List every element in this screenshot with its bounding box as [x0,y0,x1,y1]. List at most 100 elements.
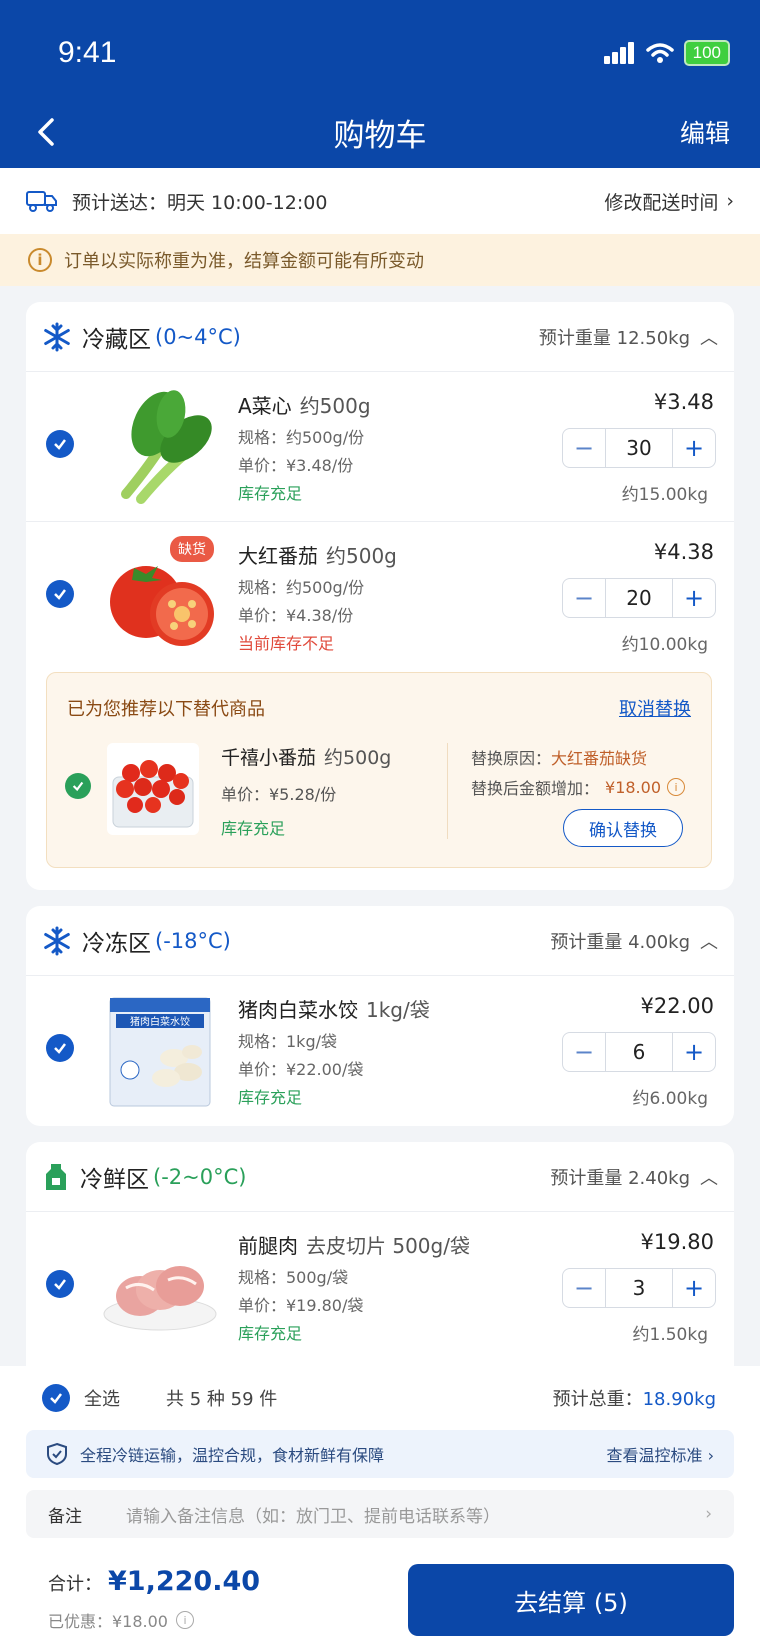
increase-value: ¥18.00 [605,777,661,797]
select-all-checkbox[interactable] [42,1384,70,1412]
zone-temp: (0~4°C) [155,324,241,349]
stock-status: 库存充足 [238,1088,303,1107]
item-checkbox[interactable] [46,580,74,608]
product-unit-price: 单价：¥4.38/份 [238,606,354,625]
modify-delivery-link[interactable]: 修改配送时间 › [604,188,734,215]
zone-header[interactable]: 冷冻区 (-18°C) 预计重量 4.00kg ︿ [26,906,734,976]
decrease-button[interactable]: − [563,579,605,617]
remark-field[interactable]: 备注 请输入备注信息（如：放门卫、提前电话联系等） › [26,1490,734,1538]
decrease-button[interactable]: − [563,429,605,467]
cold-chain-banner[interactable]: 全程冷链运输，温控合规，食材新鲜有保障 查看温控标准 › [26,1430,734,1478]
zone-card-fresh: 冷鲜区 (-2~0°C) 预计重量 2.40kg ︿ 前腿肉 去皮切片 500g/袋… [26,1142,734,1378]
cold-chain-text: 全程冷链运输，温控合规，食材新鲜有保障 [80,1446,385,1465]
chevron-right-icon: › [726,190,734,212]
shield-icon [47,1442,67,1466]
zone-header[interactable]: 冷鲜区 (-2~0°C) 预计重量 2.40kg ︿ [26,1142,734,1212]
info-icon[interactable]: i [667,778,685,796]
increase-button[interactable]: + [673,579,715,617]
quantity-value[interactable]: 6 [605,1033,673,1071]
divider [447,743,448,839]
zone-temp: (-2~0°C) [153,1164,247,1189]
product-image-choysum[interactable] [96,384,222,510]
quantity-stepper: − 3 + [562,1268,716,1308]
info-icon: i [28,248,52,272]
product-name-text: A菜心 [238,394,292,418]
status-time: 9:41 [58,36,117,69]
product-spec: 规格：约500g/份 [238,578,365,597]
check-icon [54,1043,66,1054]
zone-card-frozen: 冷冻区 (-18°C) 预计重量 4.00kg ︿ 猪肉白菜水饺 猪肉白菜水饺 1k… [26,906,734,1126]
remark-placeholder[interactable]: 请输入备注信息（如：放门卫、提前电话联系等） [126,1502,500,1527]
decrease-button[interactable]: − [563,1033,605,1071]
increase-button[interactable]: + [673,1269,715,1307]
total-weight-value: 18.90kg [642,1389,716,1410]
quantity-value[interactable]: 3 [605,1269,673,1307]
increase-label: 替换后金额增加： [471,779,600,798]
check-icon [54,439,66,450]
product-unit-price: 单价：¥19.80/袋 [238,1296,364,1315]
increase-button[interactable]: + [673,1033,715,1071]
view-standard-label: 查看温控标准 [606,1446,703,1465]
zone-name: 冷鲜区 [80,1166,149,1193]
product-spec: 规格：约500g/份 [238,428,365,447]
product-image-dumpling-bag[interactable]: 猪肉白菜水饺 [96,988,222,1114]
item-price: ¥22.00 [640,994,714,1018]
stock-status: 库存充足 [238,484,303,503]
weight-notice: i 订单以实际称重为准，结算金额可能有所变动 [0,234,760,286]
product-name: 大红番茄 约500g [238,540,397,569]
price-increase: 替换后金额增加： ¥18.00 i [471,775,685,799]
estimated-weight: 约6.00kg [632,1089,709,1109]
info-icon[interactable]: i [176,1611,194,1629]
zone-header[interactable]: 冷藏区 (0~4°C) 预计重量 12.50kg ︿ [26,302,734,372]
chevron-right-icon: › [705,1504,712,1524]
chevron-up-icon[interactable]: ︿ [700,324,718,350]
product-weight: 去皮切片 500g/袋 [306,1234,470,1258]
product-name: A菜心 约500g [238,390,371,419]
item-checkbox[interactable] [46,1270,74,1298]
quantity-value[interactable]: 20 [605,579,673,617]
quantity-value[interactable]: 30 [605,429,673,467]
replacement-checkbox[interactable] [65,773,91,799]
chevron-up-icon[interactable]: ︿ [700,1164,718,1190]
delivery-row: 预计送达：明天 10:00-12:00 修改配送时间 › [0,168,760,234]
check-icon [72,781,84,792]
snowflake-icon [44,926,70,955]
quantity-stepper: − 30 + [562,428,716,468]
cancel-replace-link[interactable]: 取消替换 [619,695,691,721]
item-checkbox[interactable] [46,1034,74,1062]
wifi-icon [645,43,674,63]
quantity-stepper: − 20 + [562,578,716,618]
suggestion-title: 已为您推荐以下替代商品 [67,699,265,720]
out-of-stock-badge: 缺货 [170,536,214,562]
zone-temp: (-18°C) [155,928,231,953]
battery-indicator: 100 [683,40,730,66]
edit-button[interactable]: 编辑 [680,114,730,150]
total-amount: ¥1,220.40 [108,1566,261,1597]
reason-value: 大红番茄缺货 [551,749,648,768]
total-weight: 预计总重：18.90kg [553,1385,716,1411]
product-image-pork[interactable] [96,1224,222,1350]
cart-item: 前腿肉 去皮切片 500g/袋 规格：500g/袋 单价：¥19.80/袋 库存充… [26,1212,734,1362]
product-image-cherry-tomato[interactable] [107,743,199,835]
checkout-panel: 全选 共 5 种 59 件 预计总重：18.90kg 全程冷链运输，温控合规，食… [0,1366,760,1643]
zone-weight-text: 预计重量 12.50kg [538,327,690,349]
zone-name: 冷冻区 [82,930,151,957]
confirm-replace-button[interactable]: 确认替换 [563,809,683,847]
view-standard-link[interactable]: 查看温控标准 › [606,1442,714,1466]
cart-item: A菜心 约500g 规格：约500g/份 单价：¥3.48/份 库存充足 ¥3.4… [26,372,734,522]
chevron-right-icon: › [707,1446,714,1465]
item-count: 共 5 种 59 件 [166,1389,278,1410]
total-label: 合计： [48,1574,102,1595]
order-total: 合计： ¥1,220.40 [48,1566,260,1597]
item-checkbox[interactable] [46,430,74,458]
product-name: 前腿肉 去皮切片 500g/袋 [238,1230,470,1259]
top-bar: 9:41 100 购物车 编辑 [0,0,760,168]
checkout-button[interactable]: 去结算 (5) [408,1564,734,1636]
chevron-up-icon[interactable]: ︿ [700,928,718,954]
product-name: 猪肉白菜水饺 1kg/袋 [238,994,430,1023]
select-all-label[interactable]: 全选 [84,1385,120,1411]
decrease-button[interactable]: − [563,1269,605,1307]
replacement-name: 千禧小番茄 约500g [221,743,391,770]
increase-button[interactable]: + [673,429,715,467]
replacement-stock: 库存充足 [221,819,286,838]
